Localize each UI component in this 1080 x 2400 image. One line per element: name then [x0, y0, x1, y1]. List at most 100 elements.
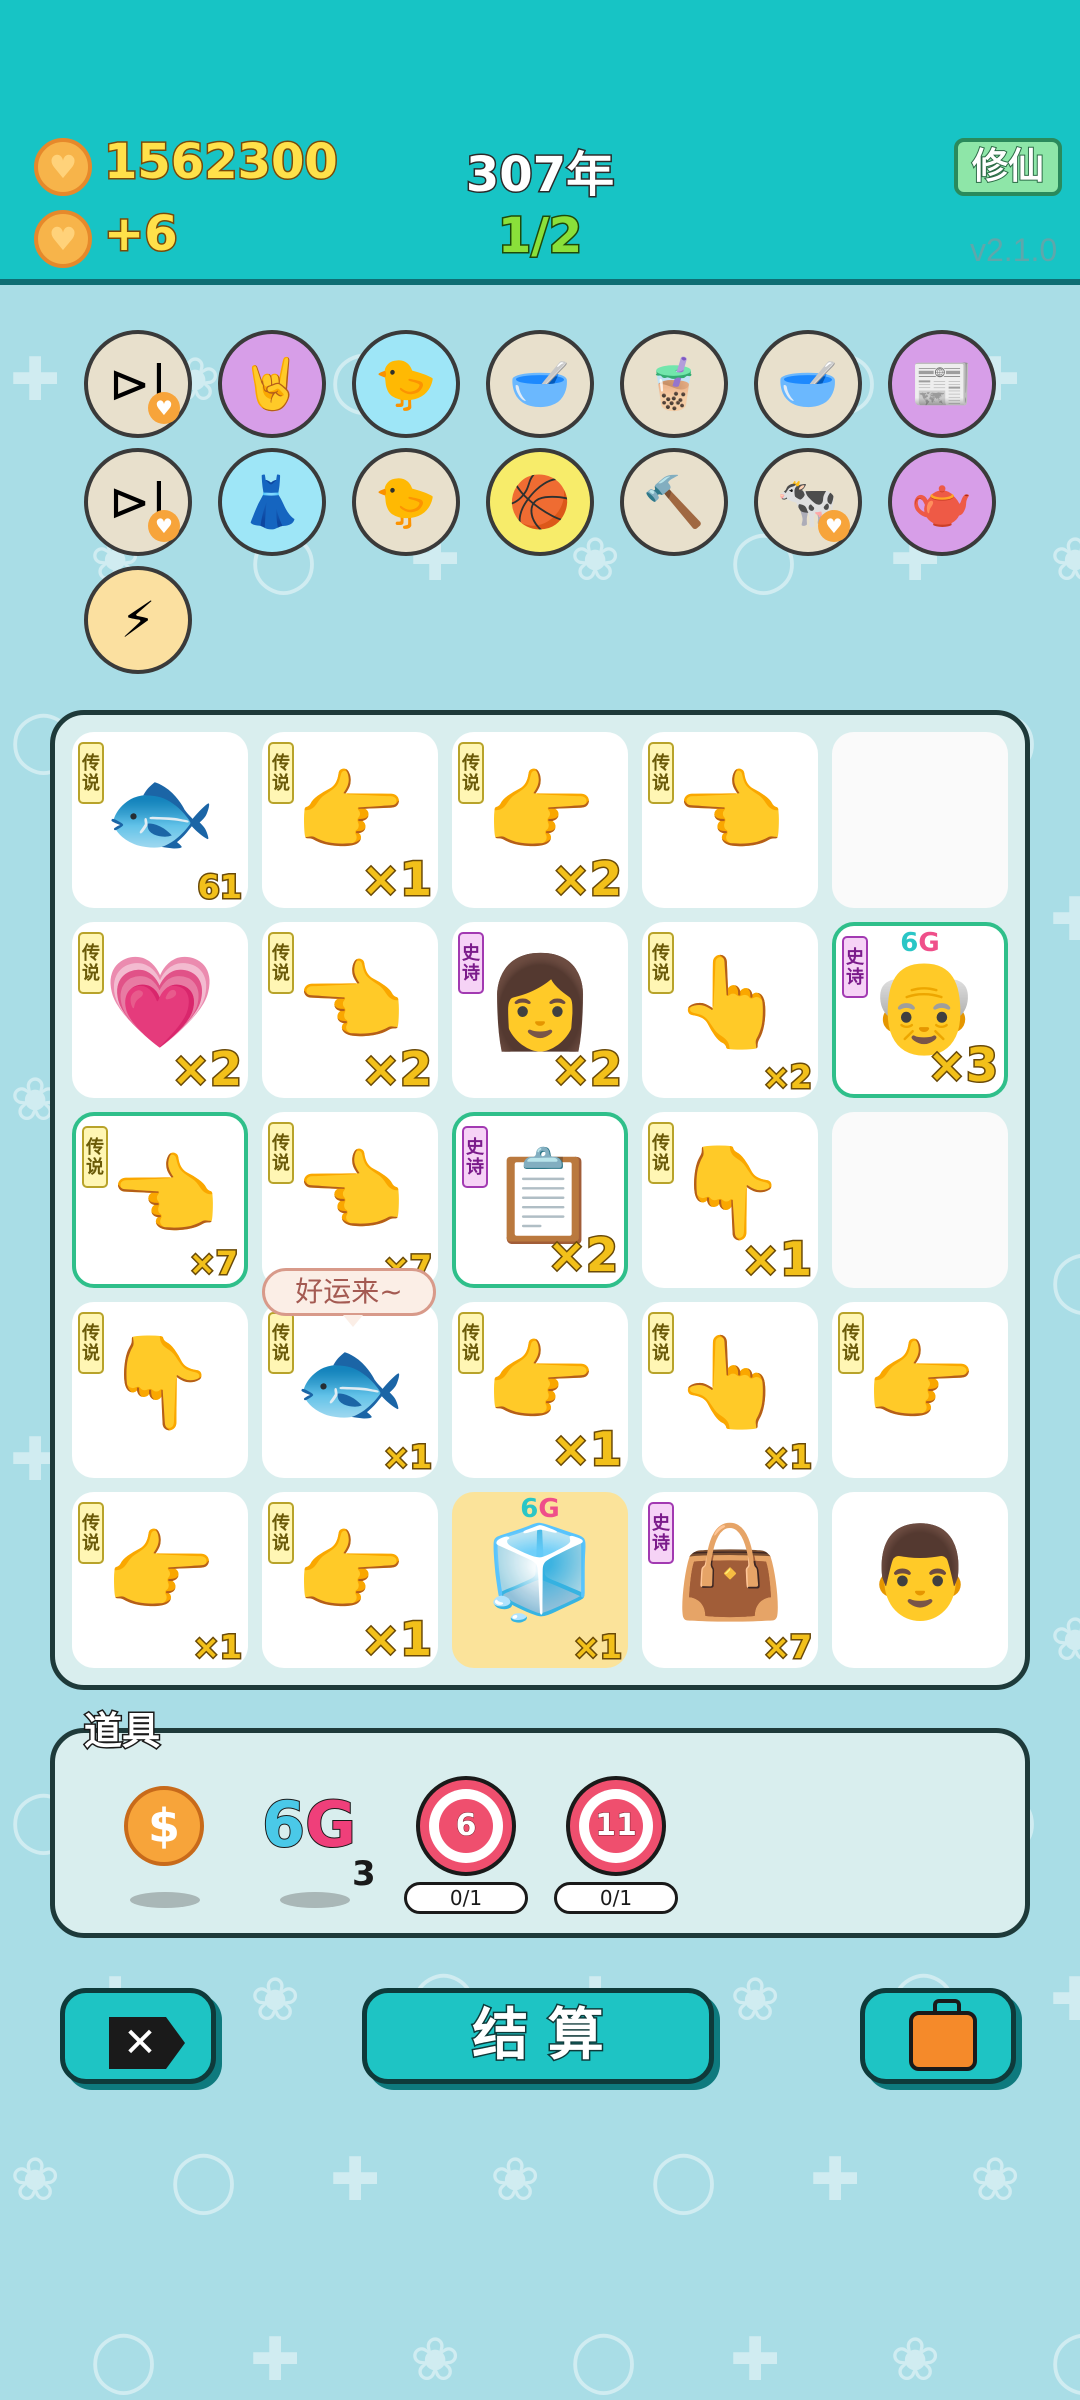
- item-skip-icon[interactable]: ⊳| ♥: [84, 448, 192, 556]
- item-basketballs-icon[interactable]: 🏀: [486, 448, 594, 556]
- board-tile[interactable]: 传说 👆 ×1: [642, 1302, 818, 1478]
- background-ornament: ✚: [10, 345, 61, 415]
- background-ornament: ◯: [650, 2145, 718, 2215]
- item-lightning-icon[interactable]: ⚡: [84, 566, 192, 674]
- board-tile[interactable]: 传说 👉: [832, 1302, 1008, 1478]
- item-skip-icon[interactable]: ⊳| ♥: [84, 330, 192, 438]
- background-ornament: ❀: [890, 2325, 941, 2395]
- board-tile[interactable]: 传说 👈: [642, 732, 818, 908]
- background-ornament: ◯: [570, 2325, 638, 2395]
- target-prop-1[interactable]: 6: [416, 1776, 516, 1876]
- tile-count: ×7: [187, 1243, 239, 1284]
- board-tile[interactable]: 👨: [832, 1492, 1008, 1668]
- board-tile[interactable]: 传说 🐟 61: [72, 732, 248, 908]
- tile-count: ×1: [191, 1627, 243, 1668]
- heart-badge-icon: ♥: [818, 510, 850, 542]
- cultivation-mode-button[interactable]: 修仙: [954, 138, 1062, 196]
- background-ornament: ✚: [1050, 1965, 1080, 2035]
- board-tile[interactable]: 传说 💗 ×2: [72, 922, 248, 1098]
- tile-count: ×1: [381, 1437, 433, 1478]
- item-bubble-tea-icon[interactable]: 🧋: [620, 330, 728, 438]
- item-chick-egg-icon[interactable]: 🐤: [352, 330, 460, 438]
- tile-item-icon: 👜: [673, 1520, 787, 1625]
- board-tile[interactable]: 6G 史诗 👴 ×3: [832, 922, 1008, 1098]
- board-tile[interactable]: 传说 🐟 ×1: [262, 1302, 438, 1478]
- background-ornament: ◯: [1050, 1245, 1080, 1315]
- item-time-magazine-icon[interactable]: 📰: [888, 330, 996, 438]
- board-tile[interactable]: 传说 👉 ×2: [452, 732, 628, 908]
- board-tile[interactable]: 传说 👇: [72, 1302, 248, 1478]
- top-status-bar: 1562300 +6 307年 1/2 修仙 v2.1.0: [0, 0, 1080, 285]
- round-label: 1/2: [496, 207, 583, 266]
- item-chick-egg-icon[interactable]: 🐤: [352, 448, 460, 556]
- background-ornament: ❀: [730, 1965, 781, 2035]
- item-gravy-boat-icon[interactable]: 🫖: [888, 448, 996, 556]
- board-tile[interactable]: 传说 👆 ×2: [642, 922, 818, 1098]
- tile-item-icon: 👉: [863, 1330, 977, 1435]
- target-2-value: 11: [589, 1799, 643, 1853]
- board-tile[interactable]: 传说 👈 ×7: [262, 1112, 438, 1288]
- tile-item-icon: 👉: [103, 1520, 217, 1625]
- board-tile[interactable]: 传说 👉 ×1: [72, 1492, 248, 1668]
- settle-label: 结 算: [471, 2002, 606, 2070]
- dollar-shadow: [130, 1892, 200, 1908]
- board-tile[interactable]: 传说 👉 ×1: [452, 1302, 628, 1478]
- item-skirt-icon[interactable]: 👗: [218, 448, 326, 556]
- item-rock-hand-icon[interactable]: 🤘: [218, 330, 326, 438]
- six-g-letter: G: [304, 1787, 357, 1862]
- heart-badge-icon: ♥: [148, 510, 180, 542]
- background-ornament: ✚: [730, 2325, 781, 2395]
- item-dog-bowl-icon[interactable]: 🥣: [486, 330, 594, 438]
- board-tile[interactable]: 史诗 📋 ×2: [452, 1112, 628, 1288]
- props-title: 道具: [82, 1708, 161, 1755]
- background-ornament: ❀: [490, 2145, 541, 2215]
- board-tile[interactable]: 传说 👈 ×7: [72, 1112, 248, 1288]
- board-tile[interactable]: 史诗 👜 ×7: [642, 1492, 818, 1668]
- background-ornament: ✚: [1050, 885, 1080, 955]
- tile-count: ×1: [550, 1421, 624, 1478]
- dollar-coin-prop[interactable]: $: [124, 1786, 204, 1866]
- income-count: +6: [103, 205, 180, 264]
- item-dog-bowl-icon[interactable]: 🥣: [754, 330, 862, 438]
- six-g-digit: 6: [261, 1787, 306, 1862]
- empty-slot[interactable]: [832, 1112, 1008, 1288]
- background-ornament: ◯: [1050, 2325, 1080, 2395]
- coin-icon: [34, 138, 92, 196]
- background-ornament: ❀: [250, 1965, 301, 2035]
- tile-count: ×2: [550, 851, 624, 908]
- board-tile[interactable]: 6G 🧊 ×1: [452, 1492, 628, 1668]
- board-tile[interactable]: 史诗 👩 ×2: [452, 922, 628, 1098]
- tile-count: ×2: [360, 1041, 434, 1098]
- item-cows-icon[interactable]: 🐄 ♥: [754, 448, 862, 556]
- tile-item-icon: 👆: [673, 1330, 787, 1435]
- board-tile[interactable]: 传说 👉 ×1: [262, 1492, 438, 1668]
- exit-button[interactable]: ✕: [60, 1988, 216, 2084]
- briefcase-icon: [909, 1999, 977, 2071]
- tile-item-icon: 👈: [293, 1140, 407, 1245]
- background-ornament: ✚: [250, 2325, 301, 2395]
- tile-item-icon: 👨: [863, 1520, 977, 1625]
- board-tile[interactable]: 传说 👉 ×1: [262, 732, 438, 908]
- bag-button[interactable]: [860, 1988, 1016, 2084]
- empty-slot[interactable]: [832, 732, 1008, 908]
- tile-count: ×1: [360, 851, 434, 908]
- background-ornament: ✚: [330, 2145, 381, 2215]
- background-ornament: ❀: [10, 2145, 61, 2215]
- background-ornament: ◯: [90, 2325, 158, 2395]
- tile-count: ×1: [740, 1231, 814, 1288]
- six-g-prop[interactable]: 6G: [261, 1787, 357, 1862]
- settle-button[interactable]: 结 算: [362, 1988, 714, 2084]
- tile-item-icon: 👇: [103, 1330, 217, 1435]
- target-prop-2[interactable]: 11: [566, 1776, 666, 1876]
- tile-count: ×1: [571, 1627, 623, 1668]
- board-tile[interactable]: 传说 👈 ×2: [262, 922, 438, 1098]
- tile-count: ×2: [761, 1057, 813, 1098]
- background-ornament: ❀: [410, 2325, 461, 2395]
- tile-item-icon: 🧊: [483, 1520, 597, 1625]
- income-coin-icon: [34, 210, 92, 268]
- board-tile[interactable]: 传说 👇 ×1: [642, 1112, 818, 1288]
- tile-count: ×7: [761, 1627, 813, 1668]
- tile-item-icon: 👆: [673, 950, 787, 1055]
- item-hammer-icon[interactable]: 🔨: [620, 448, 728, 556]
- heart-badge-icon: ♥: [148, 392, 180, 424]
